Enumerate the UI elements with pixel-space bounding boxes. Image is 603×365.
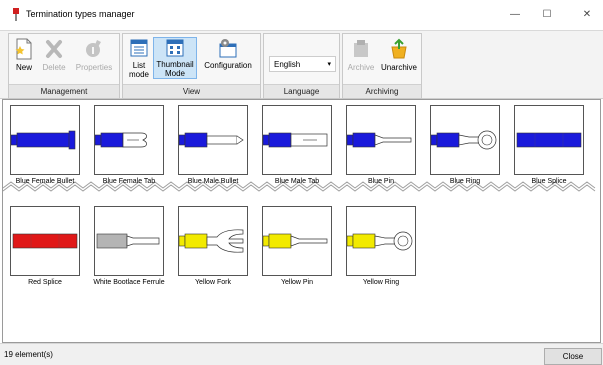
properties-label: Properties: [75, 63, 113, 72]
view-caption: View: [123, 84, 260, 98]
thumbnail-image: [514, 105, 584, 175]
element-count: 19 element(s): [4, 350, 53, 359]
terminal-icon: [516, 132, 582, 148]
terminal-icon: [95, 132, 147, 148]
unarchive-label: Unarchive: [380, 63, 417, 72]
thumbnail-image: [430, 105, 500, 175]
ribbon: New Delete Properties Management List mo…: [0, 30, 603, 99]
thumbnail-label: Yellow Ring: [362, 279, 400, 286]
unarchive-icon: [391, 38, 407, 59]
list-mode-icon: [130, 39, 148, 57]
thumbnail-image: [346, 206, 416, 276]
thumbnail-item[interactable]: Red Splice: [9, 206, 81, 286]
thumbnail-mode-icon: [166, 39, 184, 57]
thumbnail-label: Blue Female Tab: [102, 178, 156, 185]
thumbnail-label: Blue Female Bullet: [15, 178, 75, 185]
view-group: List mode Thumbnail Mode Configuration V…: [122, 33, 261, 99]
configuration-label: Configuration: [204, 61, 252, 70]
thumbnail-label: White Bootlace Ferrule: [93, 279, 165, 286]
thumbnail-item[interactable]: Blue Male Tab: [261, 105, 333, 185]
terminal-icon: [431, 130, 497, 150]
configuration-icon: [219, 39, 237, 58]
thumbnail-item[interactable]: Blue Splice: [513, 105, 585, 185]
thumbnail-item[interactable]: Blue Female Bullet: [9, 105, 81, 185]
thumbnail-image: [94, 206, 164, 276]
thumbnail-image: [178, 206, 248, 276]
window-title: Termination types manager: [26, 9, 135, 19]
new-label: New: [15, 63, 32, 72]
thumbnail-item[interactable]: White Bootlace Ferrule: [93, 206, 165, 286]
thumbnail-image: [10, 105, 80, 175]
thumbnail-image: [262, 105, 332, 175]
thumbnail-image: [94, 105, 164, 175]
close-button[interactable]: Close: [544, 348, 602, 365]
thumbnail-image: [178, 105, 248, 175]
close-window-button[interactable]: ✕: [572, 5, 602, 25]
status-bar: 19 element(s) Close: [0, 343, 603, 365]
thumbnail-view: Blue Female Bullet Blue Female Tab Blue Ma…: [2, 99, 601, 343]
minimize-button[interactable]: —: [500, 5, 530, 25]
thumbnail-image: [10, 206, 80, 276]
terminal-icon: [12, 233, 78, 249]
terminal-icon: [347, 132, 412, 148]
properties-button[interactable]: Properties: [71, 37, 117, 72]
new-file-icon: [15, 38, 32, 60]
terminal-icon: [96, 233, 160, 249]
thumbnail-label: Yellow Fork: [195, 279, 231, 286]
thumbnail-label: Blue Male Bullet: [187, 178, 239, 185]
list-mode-label: List mode: [128, 61, 149, 79]
maximize-button[interactable]: ☐: [532, 5, 562, 25]
thumbnail-image: [262, 206, 332, 276]
thumbnail-item[interactable]: Blue Pin: [345, 105, 417, 185]
archiving-caption: Archiving: [343, 84, 421, 98]
thumbnail-image: [346, 105, 416, 175]
archiving-group: Archive Unarchive Archiving: [342, 33, 422, 99]
app-icon: [13, 8, 19, 21]
management-caption: Management: [9, 84, 119, 98]
list-mode-button[interactable]: List mode: [126, 37, 152, 79]
archive-icon: [354, 40, 368, 57]
thumbnail-item[interactable]: Yellow Ring: [345, 206, 417, 286]
thumbnail-label: Blue Splice: [531, 178, 567, 185]
archive-label: Archive: [347, 63, 375, 72]
management-group: New Delete Properties Management: [8, 33, 120, 99]
unarchive-button[interactable]: Unarchive: [378, 37, 420, 72]
language-caption: Language: [264, 84, 339, 98]
terminal-icon: [263, 233, 328, 249]
thumbnail-item[interactable]: Blue Ring: [429, 105, 501, 185]
thumbnail-mode-button[interactable]: Thumbnail Mode: [153, 37, 197, 79]
terminal-icon: [11, 130, 76, 150]
thumbnail-item[interactable]: Yellow Pin: [261, 206, 333, 286]
thumbnail-label: Blue Ring: [449, 178, 481, 185]
terminal-icon: [179, 132, 244, 148]
thumbnail-label: Yellow Pin: [280, 279, 314, 286]
language-value: English: [274, 60, 301, 69]
delete-button[interactable]: Delete: [39, 37, 69, 72]
thumbnail-label: Blue Male Tab: [274, 178, 320, 185]
chevron-down-icon: ▾: [327, 61, 331, 68]
thumbnail-item[interactable]: Blue Male Bullet: [177, 105, 249, 185]
thumbnail-label: Red Splice: [28, 279, 62, 286]
thumbnail-item[interactable]: Yellow Fork: [177, 206, 249, 286]
terminal-icon: [263, 132, 328, 148]
thumbnail-item[interactable]: Blue Female Tab: [93, 105, 165, 185]
archive-button[interactable]: Archive: [345, 37, 377, 72]
delete-icon: [46, 40, 62, 58]
thumbnail-mode-label: Thumbnail Mode: [156, 60, 194, 78]
language-select[interactable]: English ▾: [269, 56, 336, 72]
delete-label: Delete: [42, 63, 66, 72]
language-group: English ▾ Language: [263, 33, 340, 99]
new-button[interactable]: New: [12, 37, 36, 72]
configuration-button[interactable]: Configuration: [199, 37, 257, 70]
terminal-icon: [347, 231, 413, 251]
properties-icon: [86, 40, 101, 57]
terminal-icon: [179, 229, 244, 253]
thumbnail-label: Blue Pin: [367, 178, 395, 185]
title-bar: Termination types manager — ☐ ✕: [0, 0, 603, 30]
